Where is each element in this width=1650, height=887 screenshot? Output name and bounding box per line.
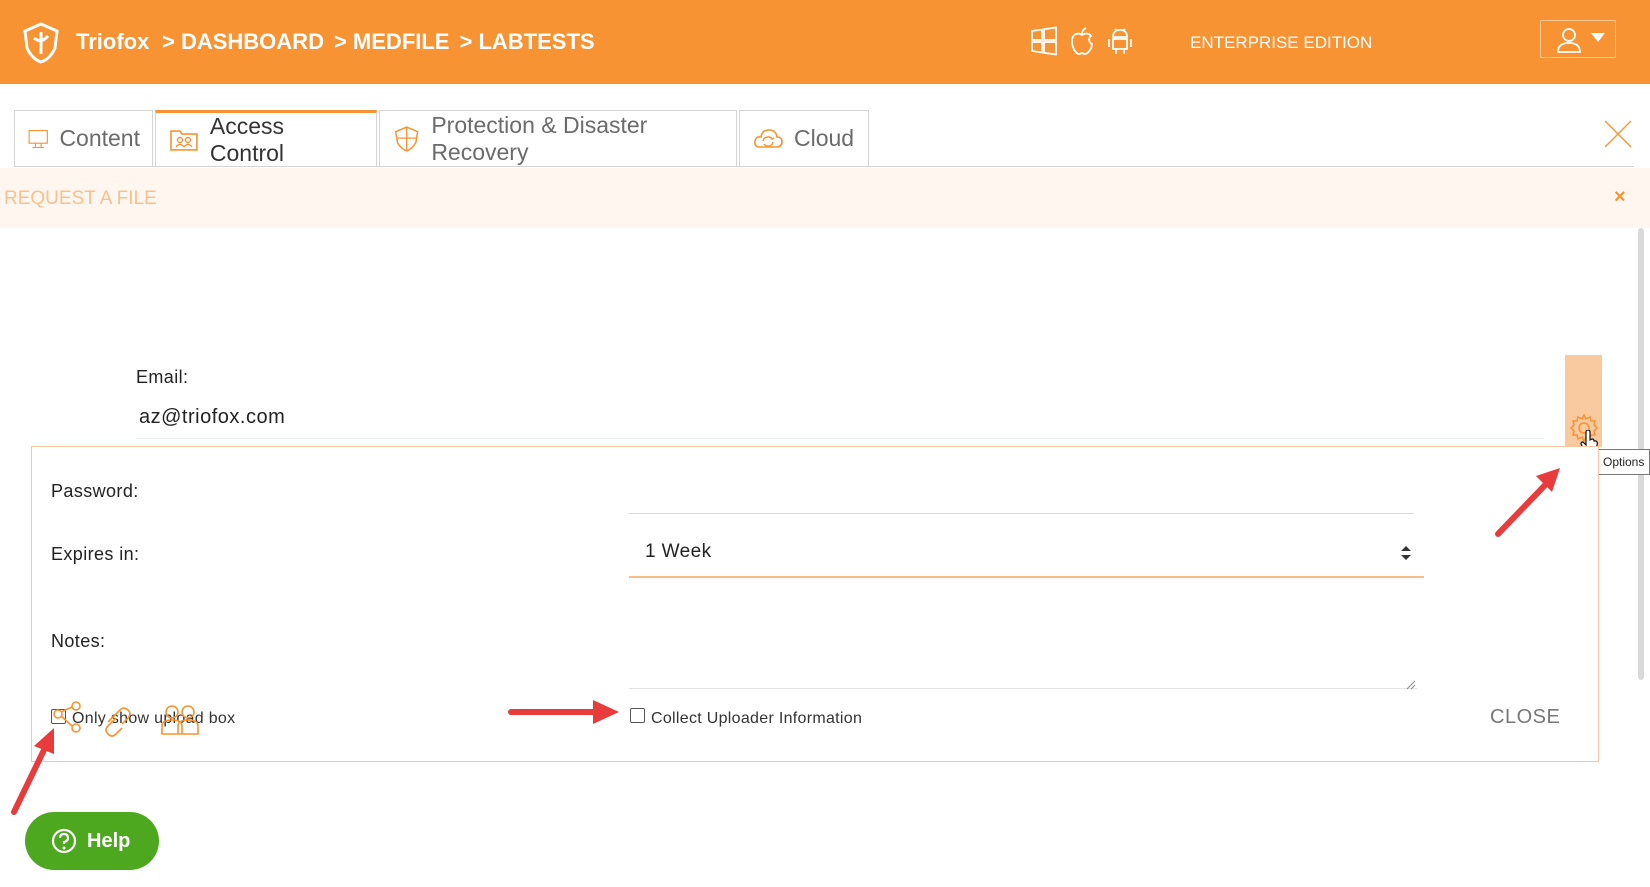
- tab-content[interactable]: Content: [14, 110, 153, 166]
- triofox-logo-icon[interactable]: [22, 22, 60, 64]
- notes-field[interactable]: [629, 688, 1417, 689]
- email-label: Email:: [136, 367, 189, 387]
- options-tooltip: Options: [1596, 449, 1650, 475]
- breadcrumb: > DASHBOARD > MEDFILE > LABTESTS: [162, 29, 595, 55]
- annotation-arrow-options: [1495, 468, 1560, 537]
- brand-name[interactable]: Triofox: [76, 29, 149, 55]
- request-file-title: REQUEST A FILE: [4, 188, 157, 209]
- tab-bar: Content Access Control Protection & Disa…: [14, 110, 871, 166]
- edition-label: ENTERPRISE EDITION: [1190, 33, 1373, 52]
- close-icon[interactable]: [1602, 118, 1634, 150]
- folder-users-icon: [170, 129, 198, 151]
- tab-protection-disaster-recovery[interactable]: Protection & Disaster Recovery: [379, 110, 737, 166]
- request-file-header: REQUEST A FILE ×: [0, 168, 1650, 228]
- annotation-arrow-upload: [11, 728, 54, 815]
- password-label: Password:: [51, 481, 139, 501]
- help-button[interactable]: Help: [25, 812, 159, 870]
- resize-handle-icon[interactable]: [1406, 680, 1416, 690]
- breadcrumb-medfile[interactable]: > MEDFILE: [334, 29, 450, 55]
- shield-icon: [394, 125, 419, 152]
- windows-icon[interactable]: [1030, 26, 1058, 56]
- apple-icon[interactable]: [1068, 26, 1096, 56]
- client-download-icons: [1030, 26, 1134, 56]
- tab-label: Access Control: [209, 112, 285, 166]
- cloud-icon: [754, 128, 783, 148]
- chevron-down-icon: [1591, 33, 1605, 42]
- collect-uploader-checkbox[interactable]: [630, 708, 645, 723]
- monitor-icon: [28, 129, 48, 148]
- tab-access-control[interactable]: Access Control: [155, 110, 377, 166]
- password-field[interactable]: [629, 513, 1414, 514]
- question-circle-icon: [51, 828, 77, 854]
- tab-cloud[interactable]: Cloud: [739, 110, 869, 166]
- breadcrumb-labtests: > LABTESTS: [459, 29, 595, 54]
- notes-label: Notes:: [51, 631, 106, 651]
- tab-label: Content: [59, 125, 140, 151]
- annotation-arrow-collect: [508, 700, 619, 724]
- request-close-button[interactable]: ×: [1614, 186, 1626, 209]
- tab-label: Protection & Disaster Recovery: [431, 111, 648, 165]
- link-icon: [105, 707, 131, 737]
- expires-select[interactable]: 1 Week: [629, 533, 1424, 578]
- expires-value: 1 Week: [645, 541, 712, 562]
- user-icon: [1557, 28, 1581, 53]
- breadcrumb-dashboard[interactable]: > DASHBOARD: [162, 29, 324, 55]
- tab-divider: [14, 166, 1634, 167]
- users-icon: [161, 705, 199, 735]
- email-field[interactable]: az@triofox.com: [139, 406, 285, 429]
- collect-uploader-label: Collect Uploader Information: [651, 710, 863, 727]
- top-bar: Triofox > DASHBOARD > MEDFILE > LABTESTS…: [0, 0, 1650, 84]
- share-link-users-icons: [53, 701, 199, 737]
- select-arrows-icon: [1401, 546, 1411, 560]
- help-label: Help: [87, 830, 131, 852]
- email-underline: [136, 438, 1544, 439]
- android-icon[interactable]: [1106, 26, 1134, 56]
- expires-label: Expires in:: [51, 544, 140, 564]
- close-button[interactable]: CLOSE: [1490, 706, 1560, 729]
- user-menu-button[interactable]: [1540, 20, 1616, 58]
- tab-label: Cloud: [794, 125, 855, 151]
